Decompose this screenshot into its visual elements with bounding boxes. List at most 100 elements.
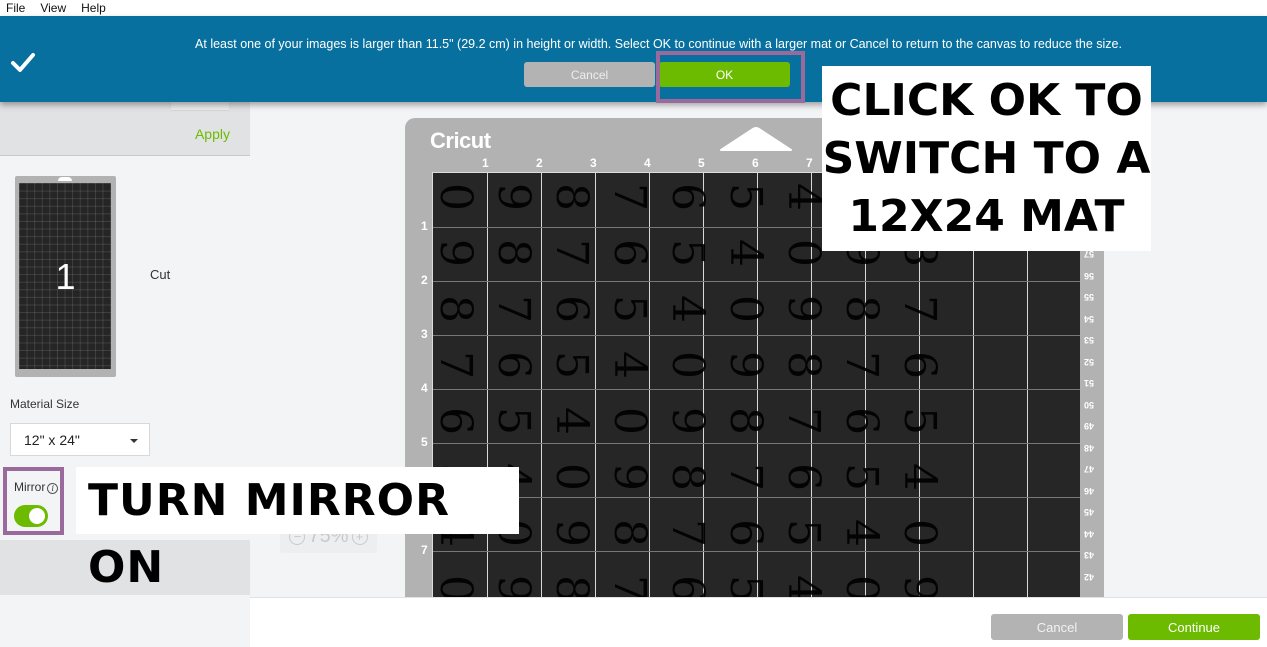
right-ruler: 57 56 55 54 53 52 51 50 49 48 47 46 45 44 43 42	[1080, 245, 1104, 598]
grid-line-horizontal	[433, 389, 1081, 390]
material-size-select[interactable]: 12" x 24"	[10, 423, 150, 456]
ruler-number: 43	[1084, 550, 1095, 560]
ruler-number: 54	[1084, 313, 1095, 324]
design-glyph: 6	[778, 463, 829, 491]
design-glyph: 6	[604, 239, 655, 267]
ruler-number: 51	[1084, 378, 1095, 388]
design-glyph: 4	[836, 519, 887, 547]
design-glyph: 6	[546, 295, 597, 323]
apply-button[interactable]: Apply	[195, 126, 230, 142]
design-glyph: 7	[662, 519, 713, 547]
design-glyph: 4	[778, 575, 829, 598]
annotation-click-ok: Click OK to switch to a 12x24 mat	[822, 66, 1151, 251]
design-glyph: 0	[778, 239, 829, 267]
mat-notch-icon	[720, 127, 792, 151]
cricut-logo: Cricut	[430, 128, 491, 153]
material-size-value: 12" x 24"	[24, 432, 80, 448]
design-glyph: 0	[546, 463, 597, 491]
mat-thumbnail[interactable]: 1	[15, 176, 116, 377]
continue-button[interactable]: Continue	[1128, 614, 1260, 640]
annotation-turn-mirror-on: Turn mirror on	[76, 467, 519, 593]
ruler-number: 50	[1084, 399, 1095, 410]
mirror-toggle[interactable]	[14, 505, 48, 527]
design-glyph: 8	[836, 295, 887, 323]
design-glyph: 6	[836, 407, 887, 435]
design-glyph: 9	[894, 575, 945, 598]
design-glyph: 0	[720, 295, 771, 323]
ruler-number: 45	[1084, 507, 1095, 517]
column-number: 7	[806, 156, 813, 170]
design-glyph: 7	[778, 407, 829, 435]
design-glyph: 0	[604, 407, 655, 435]
design-glyph: 0	[662, 351, 713, 379]
banner-cancel-button[interactable]: Cancel	[524, 62, 655, 87]
design-glyph: 5	[720, 575, 771, 598]
design-glyph: 4	[894, 463, 945, 491]
design-glyph: 6	[720, 519, 771, 547]
design-glyph: 7	[720, 463, 771, 491]
design-glyph: 7	[604, 575, 655, 598]
design-glyph: 9	[488, 183, 539, 211]
banner-ok-button[interactable]: OK	[659, 62, 790, 87]
chevron-down-icon	[130, 439, 138, 443]
design-glyph: 5	[662, 239, 713, 267]
design-glyph: 8	[546, 575, 597, 598]
grid-line-horizontal	[433, 497, 1081, 498]
design-glyph: 5	[604, 295, 655, 323]
row-number: 5	[421, 435, 428, 449]
design-glyph: 4	[778, 183, 829, 211]
grid-line-horizontal	[433, 551, 1081, 552]
ruler-number: 55	[1084, 292, 1095, 302]
mat-number: 1	[55, 256, 76, 297]
row-number: 1	[421, 219, 428, 233]
design-glyph: 7	[604, 183, 655, 211]
ruler-number: 42	[1084, 571, 1095, 582]
design-glyph: 4	[662, 295, 713, 323]
design-glyph: 9	[546, 519, 597, 547]
ruler-number: 56	[1084, 270, 1095, 281]
column-number: 5	[698, 156, 705, 170]
design-glyph: 8	[546, 183, 597, 211]
design-glyph: 6	[488, 351, 539, 379]
design-glyph: 5	[836, 463, 887, 491]
design-glyph: 9	[662, 407, 713, 435]
design-glyph: 4	[720, 239, 771, 267]
row-number: 4	[421, 381, 428, 395]
design-glyph: 8	[778, 351, 829, 379]
design-glyph: 7	[894, 295, 945, 323]
column-number: 6	[752, 156, 759, 170]
design-glyph: 9	[604, 463, 655, 491]
design-glyph: 0	[894, 519, 945, 547]
design-glyph: 7	[430, 351, 481, 379]
design-glyph: 5	[488, 407, 539, 435]
ruler-number: 53	[1084, 335, 1095, 345]
design-glyph: 9	[488, 575, 539, 598]
menu-help[interactable]: Help	[81, 0, 106, 16]
column-number: 4	[644, 156, 651, 170]
mat-notch	[58, 177, 72, 181]
menu-file[interactable]: File	[6, 0, 25, 16]
design-glyph: 0	[430, 183, 481, 211]
banner-message: At least one of your images is larger th…	[195, 37, 1122, 51]
row-number: 3	[421, 327, 428, 341]
size-input[interactable]	[171, 102, 229, 111]
design-glyph: 6	[894, 351, 945, 379]
column-number: 3	[590, 156, 597, 170]
ruler-number: 46	[1084, 485, 1095, 496]
check-icon	[11, 53, 35, 72]
design-glyph: 5	[894, 407, 945, 435]
design-glyph: 8	[604, 519, 655, 547]
design-glyph: 6	[662, 183, 713, 211]
info-icon[interactable]: i	[47, 483, 59, 494]
design-glyph: 8	[488, 239, 539, 267]
design-glyph: 9	[720, 351, 771, 379]
grid-line-vertical	[541, 173, 542, 598]
row-number: 7	[421, 543, 428, 557]
row-number: 2	[421, 273, 428, 287]
grid-line-horizontal	[433, 335, 1081, 336]
footer-cancel-button[interactable]: Cancel	[991, 614, 1123, 640]
mirror-highlight: Mirror i	[3, 467, 64, 535]
design-glyph: 7	[836, 351, 887, 379]
menu-view[interactable]: View	[40, 0, 66, 16]
design-glyph: 4	[546, 407, 597, 435]
